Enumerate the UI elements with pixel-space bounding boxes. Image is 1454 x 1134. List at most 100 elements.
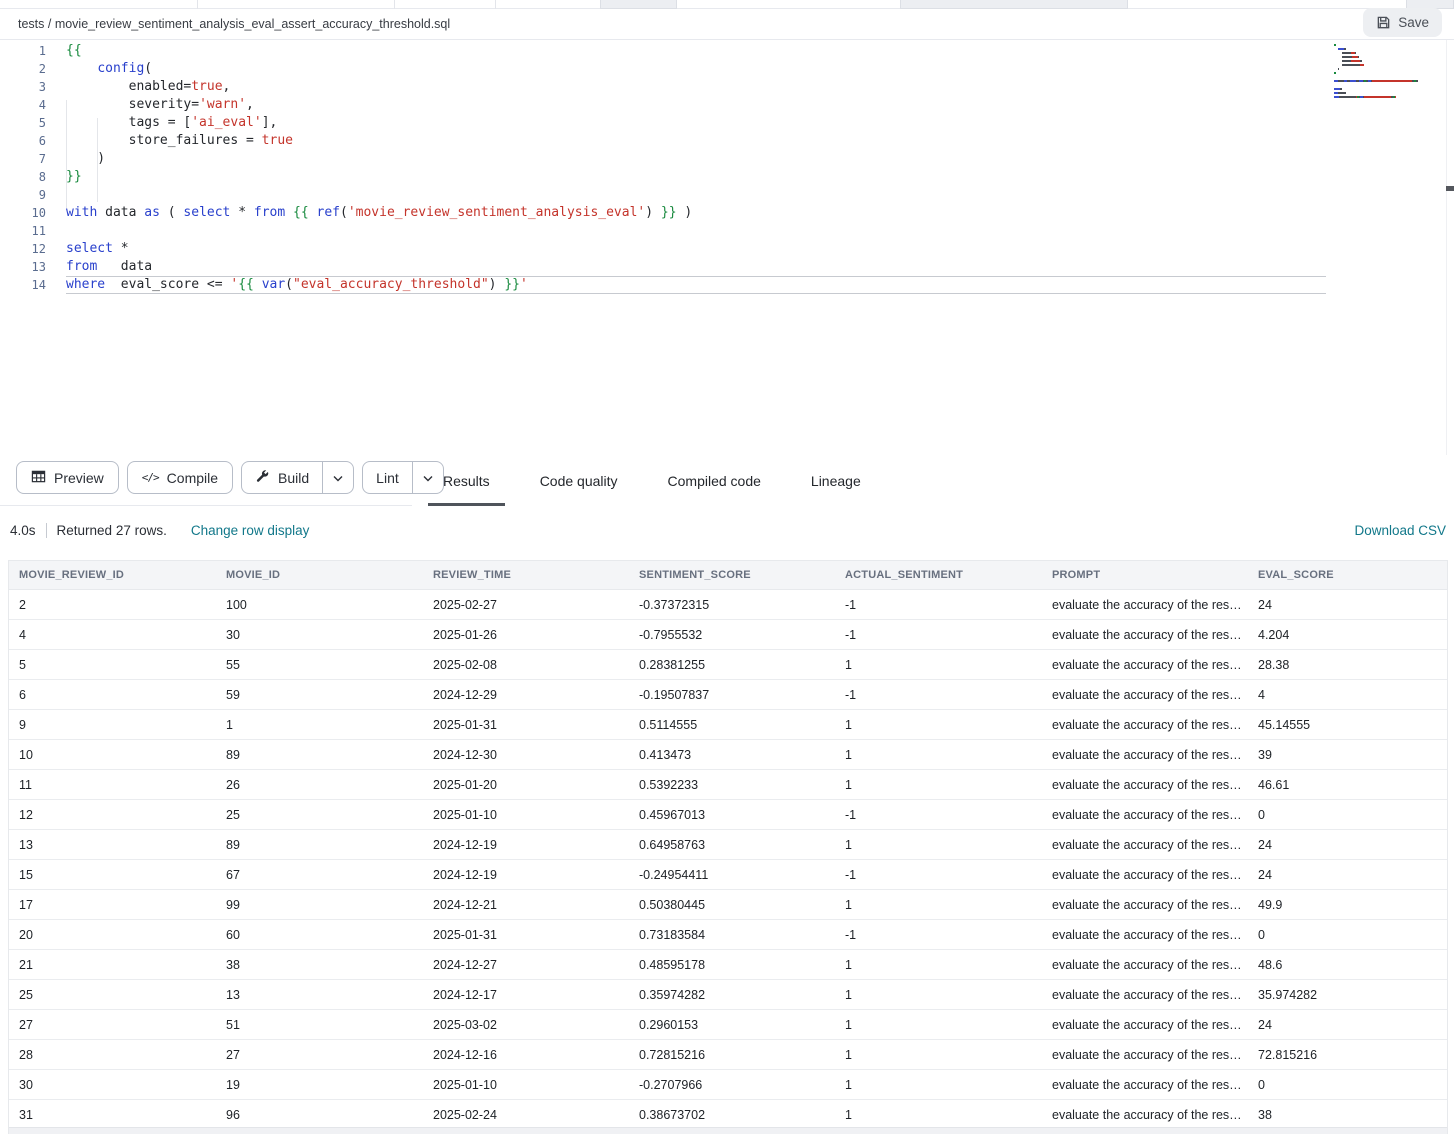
column-header: MOVIE_REVIEW_ID [9, 569, 216, 581]
cell-sentiment-score: 0.28381255 [629, 658, 835, 672]
cell-prompt: evaluate the accuracy of the res… [1042, 598, 1248, 612]
cell-movie-review-id: 12 [9, 808, 216, 822]
cell-movie-id: 89 [216, 748, 423, 762]
cell-movie-review-id: 27 [9, 1018, 216, 1032]
column-header: SENTIMENT_SCORE [629, 569, 835, 581]
app-root: tests / movie_review_sentiment_analysis_… [0, 0, 1454, 1134]
build-dropdown-button[interactable] [322, 462, 353, 493]
table-row: 15 67 2024-12-19 -0.24954411 -1 evaluate… [9, 860, 1447, 890]
cell-sentiment-score: 0.45967013 [629, 808, 835, 822]
cell-eval-score: 4 [1248, 688, 1447, 702]
cell-movie-review-id: 28 [9, 1048, 216, 1062]
cell-movie-id: 1 [216, 718, 423, 732]
cell-review-time: 2025-01-31 [423, 718, 629, 732]
preview-button[interactable]: Preview [16, 461, 119, 494]
cell-movie-review-id: 4 [9, 628, 216, 642]
table-row: 5 55 2025-02-08 0.28381255 1 evaluate th… [9, 650, 1447, 680]
query-status-bar: 4.0s Returned 27 rows. Change row displa… [0, 506, 1454, 555]
tab-code-quality[interactable]: Code quality [515, 455, 643, 506]
cell-review-time: 2025-01-20 [423, 778, 629, 792]
prompt-preview-text: evaluate the accuracy of the res… [1052, 778, 1242, 792]
wrench-icon [255, 469, 270, 487]
cell-review-time: 2025-01-31 [423, 928, 629, 942]
table-row: 12 25 2025-01-10 0.45967013 -1 evaluate … [9, 800, 1447, 830]
cell-movie-id: 19 [216, 1078, 423, 1092]
tab-fragment[interactable] [600, 0, 677, 9]
cell-movie-id: 38 [216, 958, 423, 972]
tab-lineage[interactable]: Lineage [786, 455, 886, 506]
download-csv-link[interactable]: Download CSV [1354, 523, 1446, 538]
code-content[interactable]: {{ config( enabled=true, severity='warn'… [66, 42, 1326, 294]
code-editor[interactable]: 1234567891011121314 {{ config( enabled=t… [0, 40, 1454, 455]
cell-movie-id: 55 [216, 658, 423, 672]
cell-actual-sentiment: 1 [835, 748, 1042, 762]
prompt-preview-text: evaluate the accuracy of the res… [1052, 688, 1242, 702]
cell-review-time: 2025-01-26 [423, 628, 629, 642]
save-button[interactable]: Save [1363, 8, 1442, 37]
cell-movie-id: 30 [216, 628, 423, 642]
editor-scrollbar-track[interactable] [1446, 40, 1454, 455]
prompt-preview-text: evaluate the accuracy of the res… [1052, 1078, 1242, 1092]
indent-guide [97, 118, 98, 202]
prompt-preview-text: evaluate the accuracy of the res… [1052, 748, 1242, 762]
lint-button[interactable]: Lint [363, 462, 412, 493]
column-header: ACTUAL_SENTIMENT [835, 569, 1042, 581]
cell-prompt: evaluate the accuracy of the res… [1042, 988, 1248, 1002]
horizontal-scrollbar[interactable] [9, 1127, 1447, 1134]
file-header-bar: tests / movie_review_sentiment_analysis_… [0, 9, 1454, 40]
table-row: 10 89 2024-12-30 0.413473 1 evaluate the… [9, 740, 1447, 770]
prompt-preview-text: evaluate the accuracy of the res… [1052, 868, 1242, 882]
table-row: 30 19 2025-01-10 -0.2707966 1 evaluate t… [9, 1070, 1447, 1100]
cell-eval-score: 0 [1248, 1078, 1447, 1092]
cell-actual-sentiment: 1 [835, 658, 1042, 672]
prompt-preview-text: evaluate the accuracy of the res… [1052, 718, 1242, 732]
cell-actual-sentiment: -1 [835, 808, 1042, 822]
build-button[interactable]: Build [242, 462, 322, 493]
change-row-display-link[interactable]: Change row display [191, 523, 310, 538]
table-row: 13 89 2024-12-19 0.64958763 1 evaluate t… [9, 830, 1447, 860]
editor-minimap[interactable] [1334, 44, 1444, 100]
cell-actual-sentiment: -1 [835, 688, 1042, 702]
query-duration: 4.0s [10, 523, 36, 538]
cell-sentiment-score: -0.7955532 [629, 628, 835, 642]
results-table: MOVIE_REVIEW_ID MOVIE_ID REVIEW_TIME SEN… [8, 560, 1448, 1134]
cell-actual-sentiment: -1 [835, 628, 1042, 642]
cell-eval-score: 45.14555 [1248, 718, 1447, 732]
tab-fragment[interactable] [900, 0, 1128, 9]
cell-prompt: evaluate the accuracy of the res… [1042, 748, 1248, 762]
cell-movie-review-id: 20 [9, 928, 216, 942]
cell-review-time: 2025-01-10 [423, 808, 629, 822]
cell-sentiment-score: 0.38673702 [629, 1108, 835, 1122]
prompt-preview-text: evaluate the accuracy of the res… [1052, 1108, 1242, 1122]
tab-results[interactable]: Results [418, 455, 515, 506]
cell-actual-sentiment: 1 [835, 1048, 1042, 1062]
cell-prompt: evaluate the accuracy of the res… [1042, 808, 1248, 822]
cell-prompt: evaluate the accuracy of the res… [1042, 1048, 1248, 1062]
tab-compiled-code[interactable]: Compiled code [643, 455, 786, 506]
save-icon [1376, 15, 1391, 30]
cell-prompt: evaluate the accuracy of the res… [1042, 838, 1248, 852]
cell-review-time: 2025-02-24 [423, 1108, 629, 1122]
cell-movie-review-id: 10 [9, 748, 216, 762]
cell-movie-id: 26 [216, 778, 423, 792]
compile-label: Compile [167, 470, 218, 486]
table-row: 9 1 2025-01-31 0.5114555 1 evaluate the … [9, 710, 1447, 740]
cell-eval-score: 4.204 [1248, 628, 1447, 642]
cell-movie-id: 25 [216, 808, 423, 822]
cell-movie-review-id: 31 [9, 1108, 216, 1122]
cell-eval-score: 46.61 [1248, 778, 1447, 792]
compile-button[interactable]: </> Compile [127, 461, 233, 494]
cell-movie-review-id: 21 [9, 958, 216, 972]
cell-eval-score: 24 [1248, 868, 1447, 882]
editor-scrollbar-thumb[interactable] [1446, 186, 1454, 191]
editor-tab-strip[interactable] [0, 0, 1454, 9]
lint-label: Lint [376, 470, 399, 486]
column-header: REVIEW_TIME [423, 569, 629, 581]
cell-prompt: evaluate the accuracy of the res… [1042, 1078, 1248, 1092]
table-row: 6 59 2024-12-29 -0.19507837 -1 evaluate … [9, 680, 1447, 710]
cell-eval-score: 39 [1248, 748, 1447, 762]
cell-prompt: evaluate the accuracy of the res… [1042, 958, 1248, 972]
cell-prompt: evaluate the accuracy of the res… [1042, 688, 1248, 702]
cell-actual-sentiment: 1 [835, 958, 1042, 972]
cell-actual-sentiment: 1 [835, 1078, 1042, 1092]
